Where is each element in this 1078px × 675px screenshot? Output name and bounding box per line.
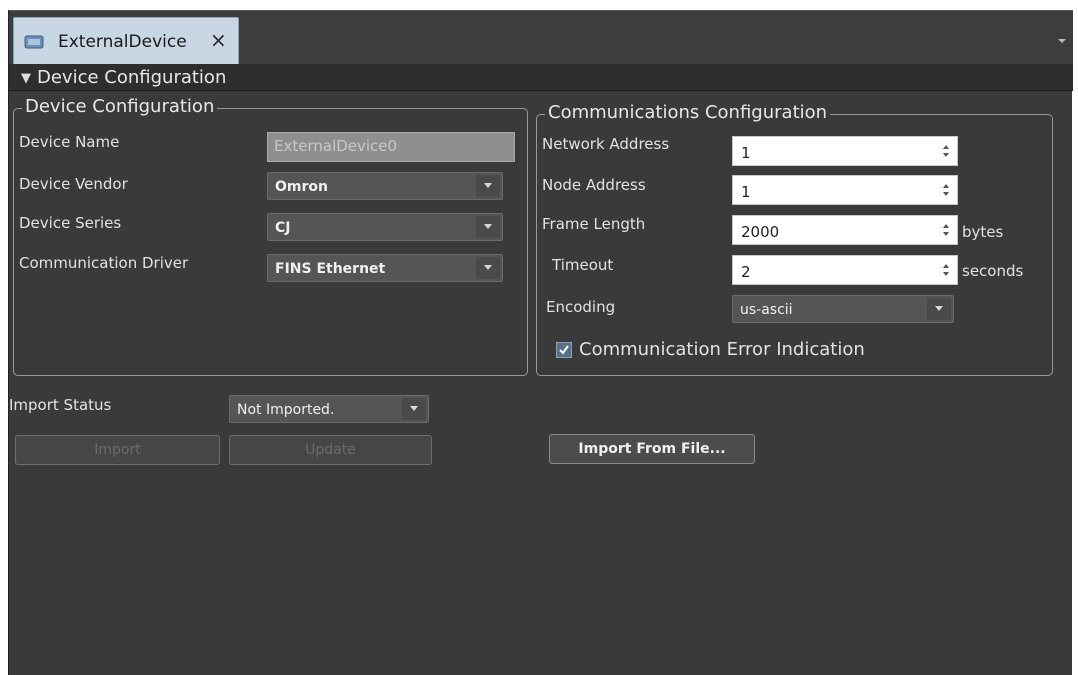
- import-status-label: Import Status: [9, 396, 112, 414]
- frame-length-unit: bytes: [962, 223, 1004, 241]
- chevron-down-icon[interactable]: [927, 298, 951, 320]
- import-button[interactable]: Import: [15, 435, 220, 465]
- timeout-stepper[interactable]: 2: [732, 255, 958, 285]
- update-button[interactable]: Update: [229, 435, 432, 465]
- tab-strip: ExternalDevice ×: [9, 10, 1073, 65]
- import-from-file-button[interactable]: Import From File...: [549, 434, 755, 464]
- device-vendor-label: Device Vendor: [19, 175, 128, 193]
- error-indication-checkbox[interactable]: [556, 342, 572, 358]
- device-name-field: ExternalDevice0: [267, 132, 515, 162]
- device-series-value: CJ: [275, 220, 291, 236]
- device-configuration-header[interactable]: ▼ Device Configuration: [9, 64, 1073, 91]
- frame-length-label: Frame Length: [542, 215, 646, 233]
- device-series-label: Device Series: [19, 214, 122, 232]
- spinner-arrows-icon[interactable]: [941, 180, 951, 200]
- chevron-down-icon[interactable]: [1057, 31, 1067, 43]
- device-icon: [24, 33, 44, 51]
- device-vendor-select[interactable]: Omron: [267, 172, 503, 200]
- communications-configuration-legend: Communications Configuration: [545, 102, 831, 123]
- network-address-stepper[interactable]: 1: [732, 136, 958, 166]
- node-address-value: 1: [741, 183, 751, 201]
- chevron-down-icon[interactable]: [476, 216, 500, 238]
- communication-driver-value: FINS Ethernet: [275, 261, 386, 277]
- collapse-arrow-icon[interactable]: ▼: [21, 71, 31, 86]
- encoding-label: Encoding: [546, 298, 616, 316]
- chevron-down-icon[interactable]: [402, 398, 426, 420]
- tab-external-device[interactable]: ExternalDevice ×: [13, 17, 239, 65]
- communication-driver-select[interactable]: FINS Ethernet: [267, 254, 503, 282]
- encoding-value: us-ascii: [740, 302, 793, 318]
- frame-length-stepper[interactable]: 2000: [732, 215, 958, 245]
- network-address-label: Network Address: [542, 135, 670, 153]
- network-address-value: 1: [741, 144, 751, 162]
- close-icon[interactable]: ×: [210, 30, 227, 50]
- import-status-select[interactable]: Not Imported.: [229, 395, 429, 423]
- node-address-label: Node Address: [542, 176, 646, 194]
- device-vendor-value: Omron: [275, 179, 328, 195]
- error-indication-label: Communication Error Indication: [579, 339, 865, 360]
- spinner-arrows-icon[interactable]: [941, 220, 951, 240]
- spinner-arrows-icon[interactable]: [941, 141, 951, 161]
- communication-driver-label: Communication Driver: [19, 254, 189, 272]
- node-address-stepper[interactable]: 1: [732, 175, 958, 205]
- device-editor-window: ExternalDevice × ▼ Device Configuration …: [8, 10, 1073, 675]
- spinner-arrows-icon[interactable]: [941, 260, 951, 280]
- timeout-value: 2: [741, 263, 751, 281]
- timeout-label: Timeout: [552, 256, 614, 274]
- chevron-down-icon[interactable]: [476, 175, 500, 197]
- tab-label: ExternalDevice: [58, 32, 187, 52]
- chevron-down-icon[interactable]: [476, 257, 500, 279]
- import-status-value: Not Imported.: [237, 402, 335, 418]
- section-title: Device Configuration: [37, 67, 227, 88]
- device-series-select[interactable]: CJ: [267, 213, 503, 241]
- frame-length-value: 2000: [741, 223, 780, 241]
- device-name-label: Device Name: [19, 133, 120, 151]
- encoding-select[interactable]: us-ascii: [732, 295, 954, 323]
- device-configuration-legend: Device Configuration: [22, 96, 218, 117]
- timeout-unit: seconds: [962, 262, 1024, 280]
